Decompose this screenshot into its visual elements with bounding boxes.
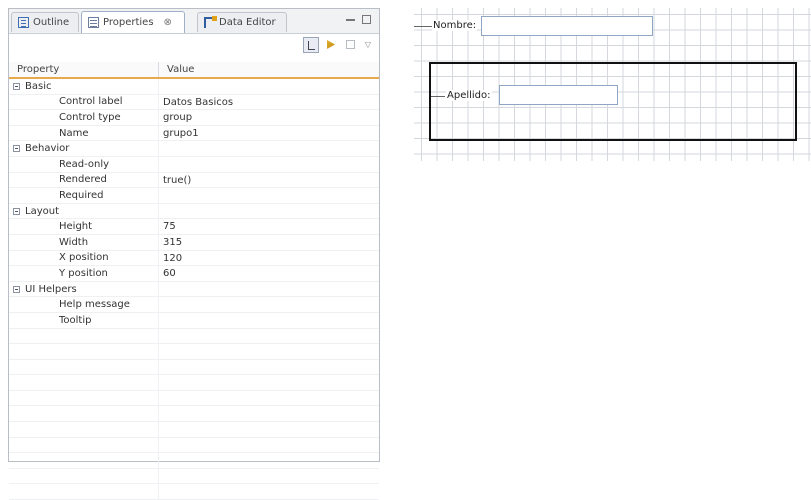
empty-row [9, 406, 379, 423]
show-categories-icon[interactable] [303, 37, 319, 53]
empty-row [9, 344, 379, 360]
property-value[interactable]: 75 [159, 219, 176, 234]
view-menu-icon[interactable]: ▽ [363, 37, 373, 53]
property-value[interactable] [159, 157, 163, 172]
empty-row [9, 375, 379, 391]
table-row[interactable]: Width 315 [9, 234, 379, 251]
category-label: Basic [25, 80, 52, 92]
maximize-icon[interactable] [362, 15, 371, 24]
view-tab-bar: Outline Properties ⊗ Data Editor [9, 9, 379, 34]
nombre-leader-line [414, 26, 432, 27]
table-row[interactable]: Height 75 [9, 219, 379, 235]
table-row[interactable]: Name grupo1 [9, 125, 379, 142]
show-advanced-icon[interactable] [323, 37, 339, 53]
property-value[interactable]: Datos Basicos [159, 95, 233, 110]
property-name: X position [9, 250, 159, 266]
property-value[interactable] [159, 188, 163, 203]
tab-data-editor-label: Data Editor [219, 17, 276, 28]
property-column-header[interactable]: Property [9, 62, 159, 77]
view-toolbar: ▽ [303, 36, 373, 54]
tab-outline[interactable]: Outline [11, 12, 79, 32]
property-name: Y position [9, 266, 159, 281]
restore-default-icon[interactable] [343, 37, 359, 53]
apellido-input[interactable] [499, 85, 618, 105]
nombre-input[interactable] [481, 16, 653, 36]
property-name: Height [9, 219, 159, 234]
collapse-icon[interactable] [13, 82, 20, 90]
property-value[interactable]: true() [159, 173, 191, 188]
close-tab-icon[interactable]: ⊗ [164, 17, 172, 28]
collapse-icon[interactable] [13, 145, 20, 153]
property-name: Control label [9, 94, 159, 110]
table-row[interactable]: Rendered true() [9, 172, 379, 189]
properties-view: Outline Properties ⊗ Data Editor ▽ Prope… [8, 8, 380, 500]
category-label: UI Helpers [25, 283, 77, 295]
category-label: Layout [25, 205, 59, 217]
tab-properties-label: Properties [103, 17, 154, 28]
property-name: Control type [9, 110, 159, 125]
empty-row [9, 390, 379, 407]
table-row[interactable]: Required [9, 188, 379, 204]
empty-row [9, 422, 379, 438]
empty-row [9, 328, 379, 345]
category-row-layout[interactable]: Layout [9, 203, 379, 220]
category-row-ui-helpers[interactable]: UI Helpers [9, 281, 379, 298]
property-value[interactable]: group [159, 110, 192, 125]
property-value[interactable]: grupo1 [159, 126, 199, 141]
empty-row [9, 437, 379, 454]
nombre-label: Nombre: [432, 20, 478, 31]
collapse-icon[interactable] [13, 207, 20, 215]
property-name: Width [9, 234, 159, 250]
property-value[interactable] [159, 313, 163, 328]
tab-outline-label: Outline [33, 17, 70, 28]
minimize-icon[interactable] [346, 19, 355, 22]
tab-properties[interactable]: Properties ⊗ [81, 11, 185, 33]
empty-row [9, 468, 379, 485]
property-value[interactable] [159, 297, 163, 312]
data-editor-icon [204, 16, 217, 28]
property-value[interactable]: 120 [159, 251, 182, 266]
property-table: Property Value Basic Control label Datos… [9, 62, 379, 500]
outline-icon [18, 17, 29, 28]
category-label: Behavior [25, 143, 70, 155]
value-column-header[interactable]: Value [159, 62, 194, 77]
empty-row [9, 453, 379, 469]
property-name: Help message [9, 297, 159, 312]
property-name: Read-only [9, 156, 159, 172]
table-row[interactable]: Y position 60 [9, 266, 379, 282]
property-value[interactable]: 315 [159, 235, 182, 250]
empty-row [9, 484, 379, 500]
property-name: Name [9, 125, 159, 141]
table-row[interactable]: Control label Datos Basicos [9, 94, 379, 111]
collapse-icon[interactable] [13, 285, 20, 293]
empty-row [9, 359, 379, 376]
property-name: Required [9, 188, 159, 203]
table-row[interactable]: Help message [9, 297, 379, 313]
category-row-behavior[interactable]: Behavior [9, 141, 379, 157]
property-name: Tooltip [9, 312, 159, 328]
apellido-leader-line [431, 96, 445, 97]
table-row[interactable]: Control type group [9, 110, 379, 126]
properties-icon [88, 17, 99, 28]
tab-data-editor[interactable]: Data Editor [197, 12, 287, 32]
table-row[interactable]: Tooltip [9, 312, 379, 329]
property-name: Rendered [9, 172, 159, 188]
property-value[interactable]: 60 [159, 266, 176, 281]
table-row[interactable]: X position 120 [9, 250, 379, 267]
table-header: Property Value [9, 62, 379, 79]
apellido-label: Apellido: [446, 90, 492, 101]
category-row-basic[interactable]: Basic [9, 79, 379, 95]
table-row[interactable]: Read-only [9, 156, 379, 173]
